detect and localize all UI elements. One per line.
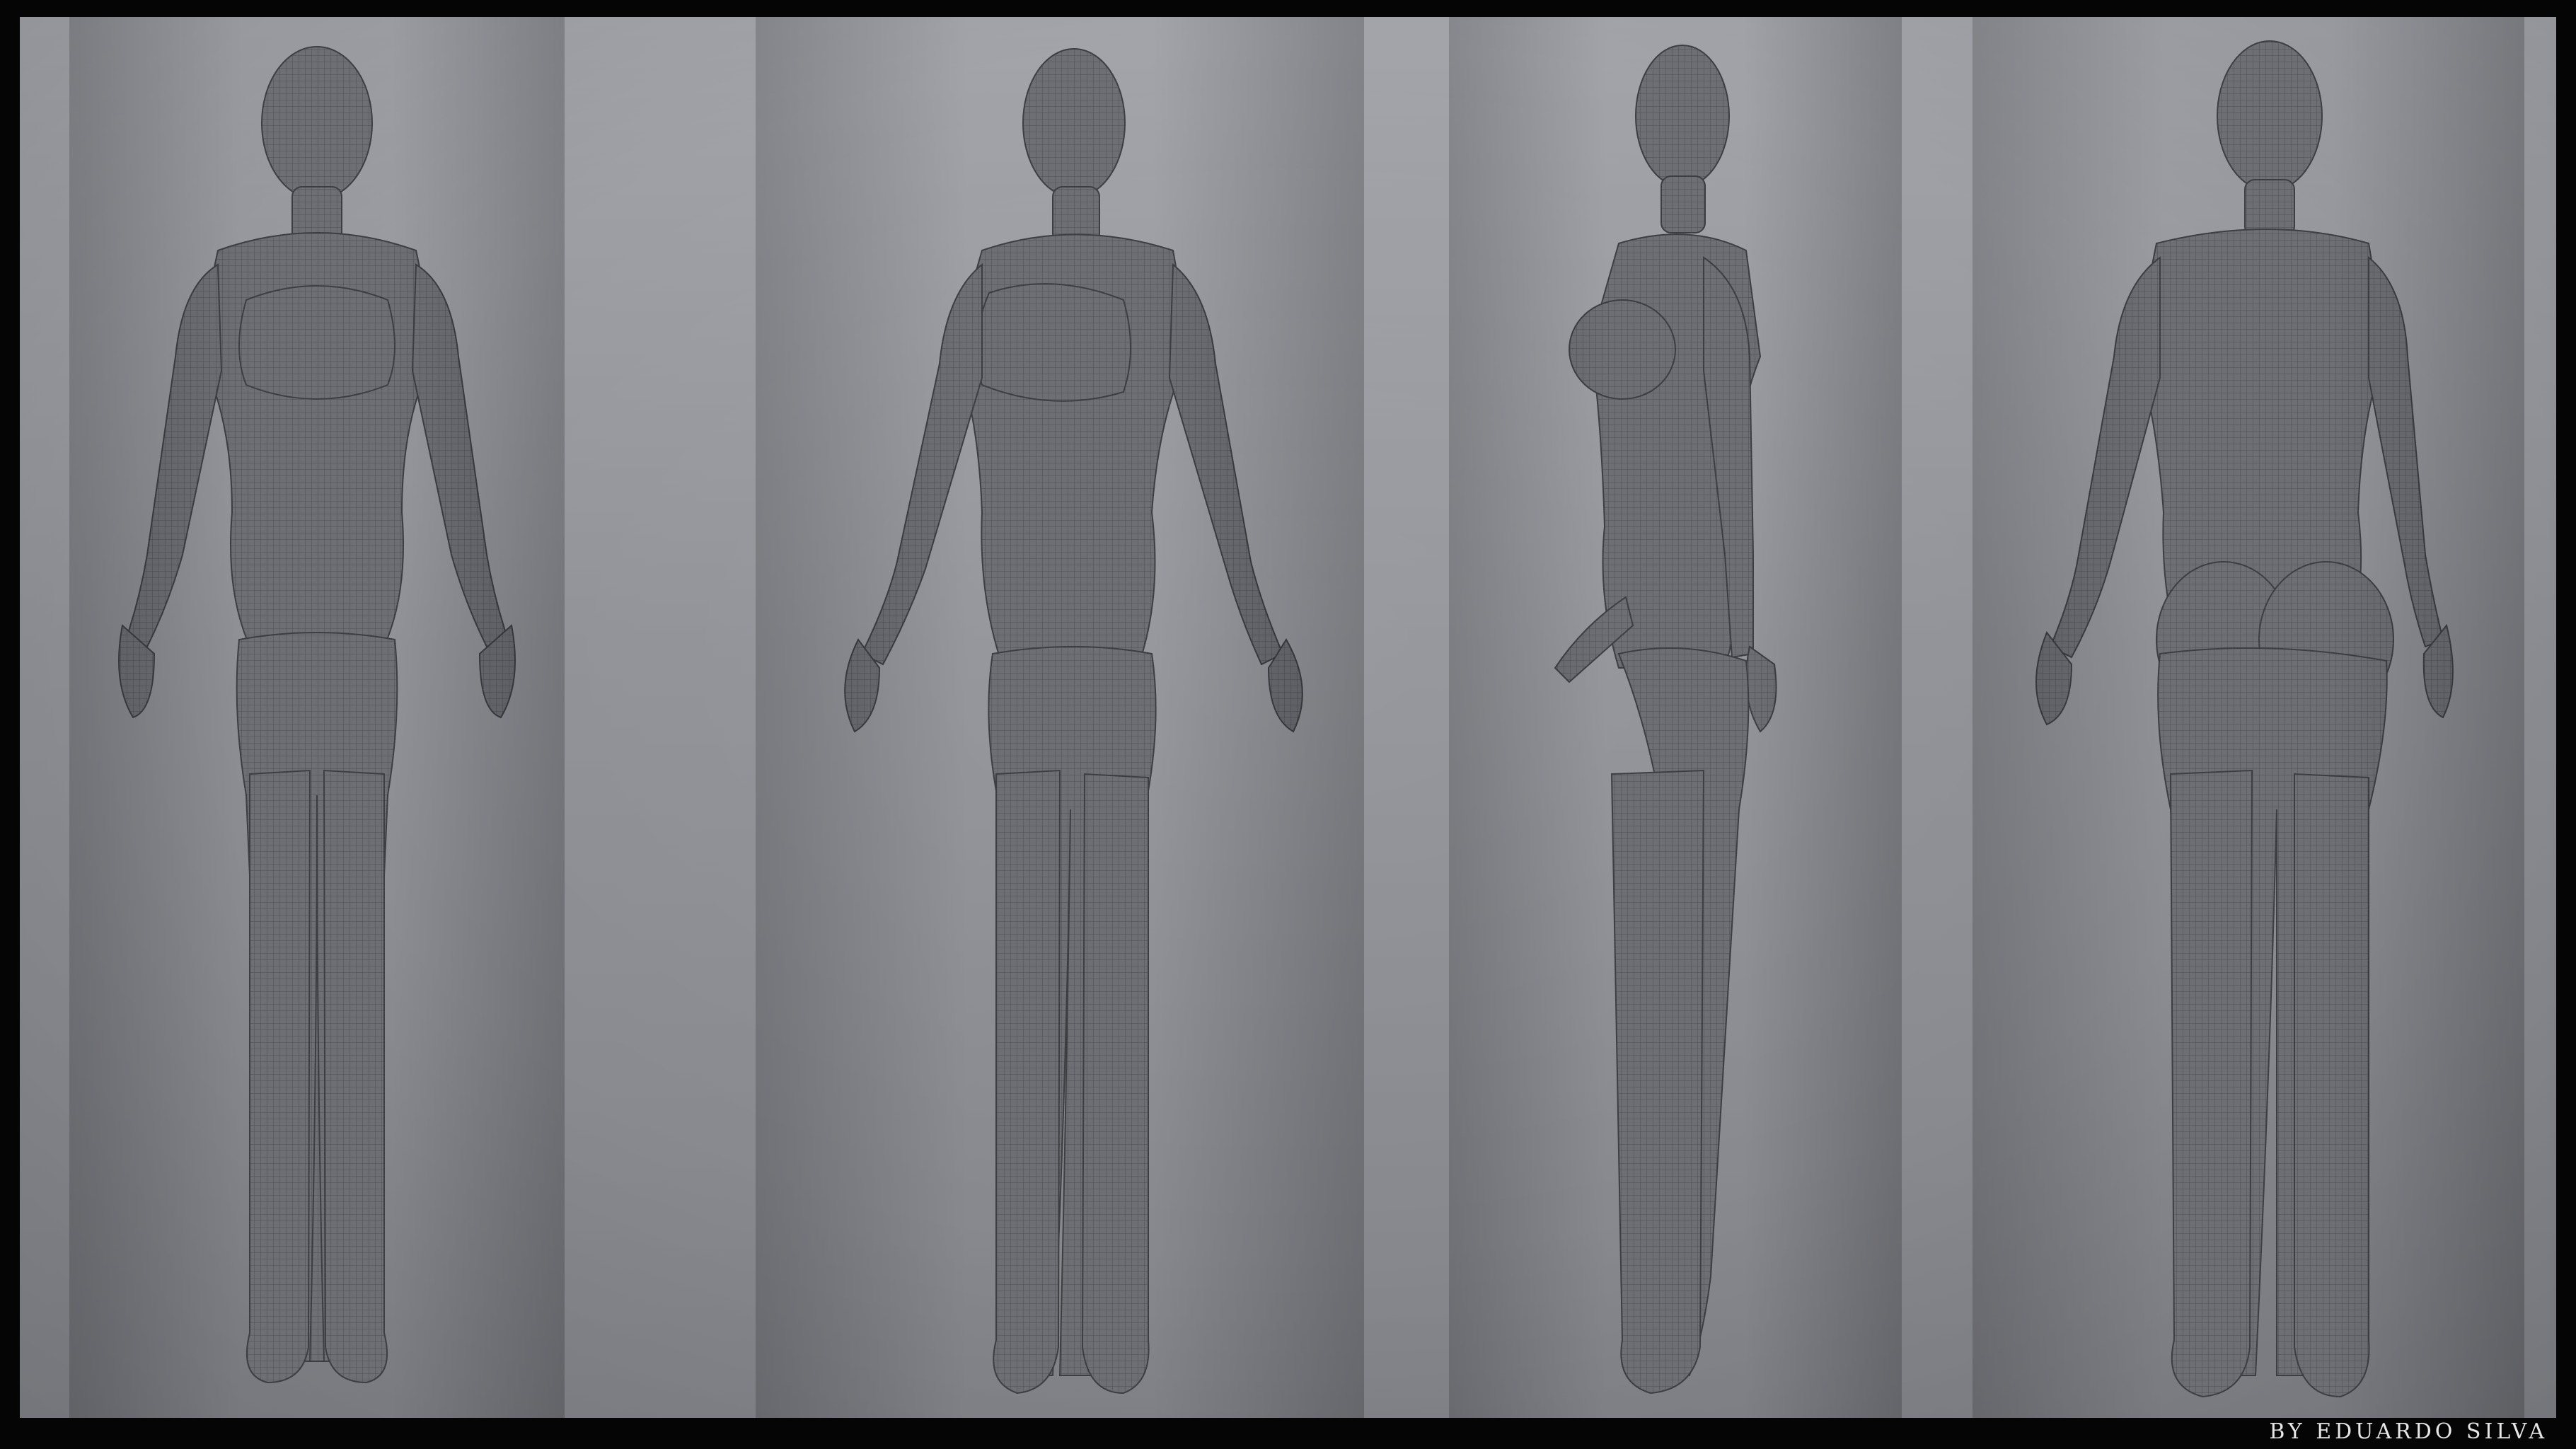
character-three-quarter-view	[756, 17, 1364, 1418]
character-side-view	[1449, 17, 1902, 1418]
bottom-border	[0, 1418, 2576, 1449]
render-background	[20, 17, 2556, 1418]
character-front-view	[69, 17, 565, 1418]
artist-credit: BY EDUARDO SILVA	[2269, 1419, 2548, 1444]
character-back-view	[1973, 17, 2524, 1418]
